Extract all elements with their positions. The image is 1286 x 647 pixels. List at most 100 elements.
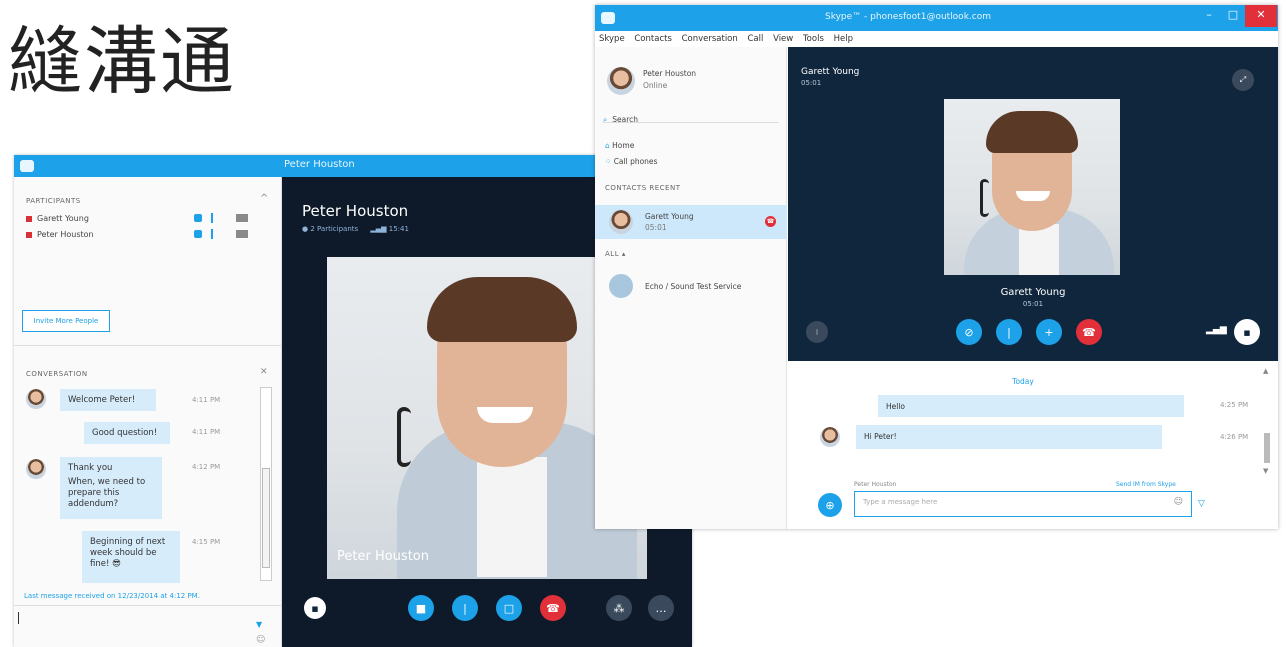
avatar	[820, 427, 840, 447]
headset-icon	[397, 407, 411, 467]
right-titlebar: Skype™ - phonesfoot1@outlook.com – □ ✕	[595, 5, 1278, 31]
chat-toggle-button[interactable]: ▪	[304, 597, 326, 619]
message-bubble: Hello	[878, 395, 1184, 417]
contact-sub: 05:01	[645, 223, 667, 232]
invite-more-people-button[interactable]: Invite More People	[22, 310, 110, 332]
skype-logo-icon	[601, 12, 615, 24]
avatar	[26, 459, 46, 479]
divider	[14, 345, 282, 346]
menu-skype[interactable]: Skype	[599, 34, 625, 44]
call-video-area: Garett Young 05:01 ⤢ Garett Young 05:01 …	[788, 47, 1278, 361]
add-button[interactable]: +	[1036, 319, 1062, 345]
contact-name: Garett Young	[645, 212, 694, 221]
mic-icon[interactable]	[211, 229, 213, 239]
end-call-button[interactable]: ☎	[1076, 319, 1102, 345]
message-bubble: Welcome Peter!	[60, 389, 156, 411]
scrollbar-thumb[interactable]	[262, 468, 270, 568]
scrollbar-thumb[interactable]	[1264, 433, 1270, 463]
participant-row[interactable]: Peter Houston	[26, 230, 94, 239]
emoticon-icon[interactable]: ☺	[1174, 497, 1183, 507]
menu-call[interactable]: Call	[747, 34, 763, 44]
scroll-up-icon[interactable]: ▲	[1263, 367, 1268, 375]
video-toggle-button[interactable]: ■	[408, 595, 434, 621]
contact-item[interactable]: Echo / Sound Test Service	[595, 269, 787, 303]
mute-button[interactable]: |	[452, 595, 478, 621]
participant-row[interactable]: Garett Young	[26, 214, 89, 223]
shirt	[1019, 224, 1059, 275]
menu-help[interactable]: Help	[834, 34, 853, 44]
send-icon[interactable]: ▼	[256, 620, 262, 629]
chat-icon[interactable]	[194, 230, 202, 238]
smile	[1016, 191, 1050, 201]
close-button[interactable]: ✕	[1245, 5, 1277, 27]
dialpad-icon: ⁘	[605, 157, 612, 166]
call-contact-name: Garett Young	[801, 67, 860, 77]
contacts-recent-tabs[interactable]: CONTACTS RECENT	[605, 184, 680, 192]
attach-button[interactable]: ⊕	[818, 493, 842, 517]
send-via-link[interactable]: Send IM from Skype	[1116, 481, 1176, 488]
participants-header: PARTICIPANTS	[26, 197, 81, 205]
screen-share-button[interactable]: □	[496, 595, 522, 621]
text-cursor	[18, 612, 19, 624]
chat-toggle-button[interactable]: ▪	[1234, 319, 1260, 345]
participants-button[interactable]: ⁝	[806, 321, 828, 343]
scrollbar[interactable]: ▲ ▼	[1262, 367, 1272, 477]
search-icon: ⌕	[603, 115, 608, 124]
profile-avatar[interactable]	[607, 67, 635, 95]
send-icon[interactable]: ▽	[1198, 499, 1205, 509]
call-status: ● 2 Participants ▂▄▆ 15:41	[302, 225, 409, 233]
divider	[14, 605, 282, 606]
signal-icon: ▂▄▆	[370, 225, 387, 233]
status-icon	[26, 215, 32, 222]
chat-area: Today Hello 4:25 PM Hi Peter! 4:26 PM ▲ …	[788, 361, 1278, 529]
message-input[interactable]	[16, 610, 260, 646]
menu-contacts[interactable]: Contacts	[634, 34, 672, 44]
video-toggle-button[interactable]: ⊘	[956, 319, 982, 345]
menu-bar: Skype Contacts Conversation Call View To…	[595, 31, 1278, 47]
chat-icon[interactable]	[194, 214, 202, 222]
dialpad-button[interactable]: ⁂	[606, 595, 632, 621]
skype-logo-icon	[20, 160, 34, 172]
message-time: 4:11 PM	[192, 396, 221, 404]
scroll-down-icon[interactable]: ▼	[1263, 467, 1268, 475]
right-window-title: Skype™ - phonesfoot1@outlook.com	[825, 12, 991, 22]
mic-icon[interactable]	[211, 213, 213, 223]
end-call-button[interactable]: ☎	[540, 595, 566, 621]
contact-item-active[interactable]: Garett Young 05:01 ☎	[595, 205, 787, 239]
home-icon: ⌂	[605, 141, 610, 150]
maximize-button[interactable]: □	[1219, 5, 1247, 27]
all-header[interactable]: ALL ▴	[605, 250, 626, 258]
nav-home[interactable]: ⌂ Home	[605, 141, 634, 150]
message-time: 4:26 PM	[1220, 433, 1249, 441]
menu-conversation[interactable]: Conversation	[682, 34, 738, 44]
emoticon-icon[interactable]: ☺	[256, 635, 265, 645]
participant-controls	[194, 229, 264, 240]
menu-view[interactable]: View	[773, 34, 793, 44]
mute-button[interactable]: |	[996, 319, 1022, 345]
fullscreen-button[interactable]: ⤢	[1232, 69, 1254, 91]
right-skype-window: Skype™ - phonesfoot1@outlook.com – □ ✕ S…	[595, 5, 1278, 529]
video-contact-name: Peter Houston	[302, 202, 409, 220]
message-bubble: Thank you When, we need to prepare this …	[60, 457, 162, 519]
contacts-sidebar: Peter Houston Online ⌕ Search ⌂ Home ⁘ C…	[595, 47, 787, 529]
message-input[interactable]: Type a message here ☺	[854, 491, 1192, 517]
search-input[interactable]: ⌕ Search	[603, 107, 779, 124]
message-time: 4:12 PM	[192, 463, 221, 471]
message-time: 4:15 PM	[192, 538, 221, 546]
call-duration: 05:01	[801, 79, 822, 87]
more-options-button[interactable]: …	[648, 595, 674, 621]
menu-tools[interactable]: Tools	[803, 34, 824, 44]
hair	[427, 277, 577, 342]
left-conversation-window: Peter Houston PARTICIPANTS ^ Garett Youn…	[14, 155, 692, 647]
video-icon[interactable]	[236, 214, 248, 222]
video-icon[interactable]	[236, 230, 248, 238]
collapse-icon[interactable]: ^	[260, 193, 268, 204]
remote-video	[944, 99, 1120, 275]
profile-status: Online	[643, 81, 668, 90]
nav-call-phones[interactable]: ⁘ Call phones	[605, 157, 657, 166]
close-icon[interactable]: ✕	[260, 367, 268, 377]
scrollbar[interactable]	[260, 387, 272, 581]
signal-icon: ▂▄▆	[1206, 325, 1227, 335]
input-placeholder: Type a message here	[863, 498, 938, 506]
smile	[477, 407, 533, 423]
